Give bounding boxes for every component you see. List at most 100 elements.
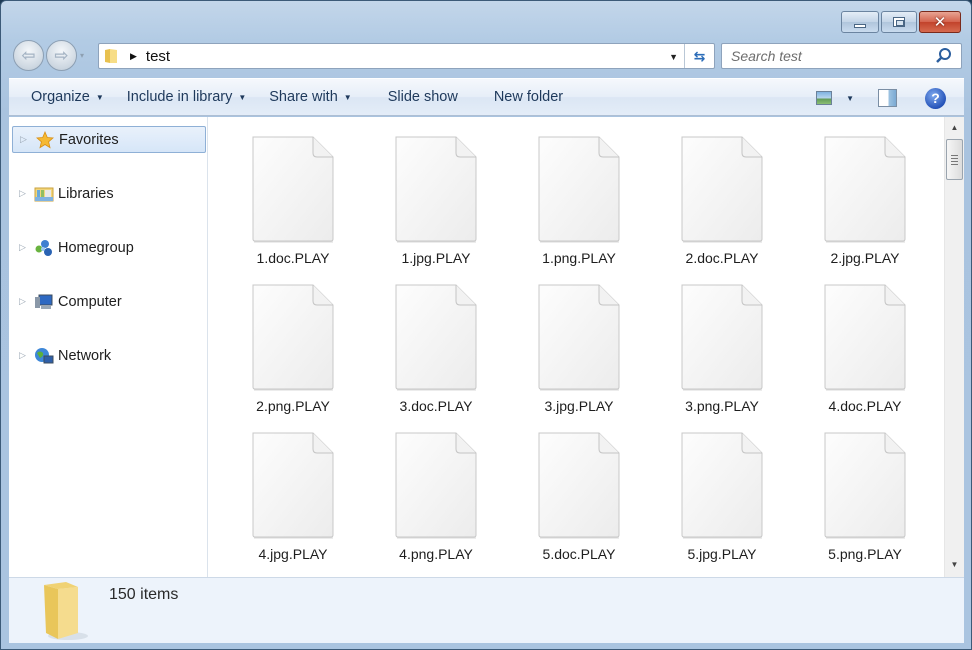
minimize-icon: [854, 23, 866, 28]
command-bar: Organize ▼ Include in library ▼ Share with…: [9, 78, 964, 116]
blank-file-icon: [537, 431, 621, 539]
blank-file-icon: [537, 135, 621, 243]
sidebar-item-label: Homegroup: [58, 239, 134, 256]
sidebar-item-label: Network: [58, 347, 112, 364]
breadcrumb-separator-icon[interactable]: ▶: [130, 51, 137, 62]
file-item[interactable]: 4.png.PLAY: [352, 413, 477, 562]
blank-file-icon: [394, 135, 478, 243]
sidebar-item-network[interactable]: ▷ Network: [12, 342, 206, 369]
blank-file-icon: [680, 431, 764, 539]
address-bar[interactable]: ▶ test ▼ ⇆: [98, 43, 715, 69]
expand-arrow-icon[interactable]: ▷: [19, 350, 28, 361]
blank-file-icon: [680, 135, 764, 243]
navigation-buttons: ⇦ ⇨ ▾: [13, 40, 84, 71]
file-item[interactable]: 3.doc.PLAY: [352, 265, 477, 414]
file-item[interactable]: 1.jpg.PLAY: [352, 117, 477, 266]
search-icon[interactable]: [935, 47, 953, 65]
preview-pane-icon[interactable]: [878, 89, 897, 107]
expand-arrow-icon[interactable]: ▷: [19, 242, 28, 253]
scroll-down-button[interactable]: ▼: [945, 556, 964, 573]
recent-pages-dropdown[interactable]: ▾: [80, 51, 84, 60]
computer-icon: [34, 293, 54, 311]
maximize-button[interactable]: [881, 11, 917, 33]
share-with-label: Share with: [269, 89, 338, 105]
sidebar-item-homegroup[interactable]: ▷ Homegroup: [12, 234, 206, 261]
file-item[interactable]: 5.jpg.PLAY: [638, 413, 763, 562]
sidebar-item-computer[interactable]: ▷ Computer: [12, 288, 206, 315]
file-item[interactable]: 1.png.PLAY: [495, 117, 620, 266]
file-item[interactable]: 2.doc.PLAY: [638, 117, 763, 266]
file-item[interactable]: 4.jpg.PLAY: [209, 413, 334, 562]
file-item[interactable]: 4.doc.PLAY: [781, 265, 906, 414]
blank-file-icon: [251, 283, 335, 391]
back-arrow-icon: ⇦: [21, 45, 36, 65]
maximize-icon: [893, 17, 905, 27]
include-in-library-label: Include in library: [126, 89, 233, 105]
new-folder-label: New folder: [493, 89, 564, 105]
file-item[interactable]: 1.doc.PLAY: [209, 117, 334, 266]
file-name: 5.png.PLAY: [828, 546, 902, 562]
new-folder-button[interactable]: New folder: [494, 89, 563, 105]
expand-arrow-icon[interactable]: ▷: [19, 188, 28, 199]
blank-file-icon: [537, 283, 621, 391]
blank-file-icon: [823, 431, 907, 539]
sidebar-item-label: Libraries: [58, 185, 114, 202]
file-item[interactable]: 3.png.PLAY: [638, 265, 763, 414]
close-icon: ✕: [933, 14, 947, 31]
file-item[interactable]: 2.png.PLAY: [209, 265, 334, 414]
sidebar-item-favorites[interactable]: ▷ Favorites: [12, 126, 206, 153]
chevron-down-icon: ▼: [238, 92, 247, 102]
expand-arrow-icon[interactable]: ▷: [19, 296, 28, 307]
libraries-icon: [34, 185, 54, 203]
file-item[interactable]: 5.doc.PLAY: [495, 413, 620, 562]
breadcrumb-test[interactable]: test: [146, 48, 170, 65]
search-input[interactable]: Search test: [731, 48, 802, 64]
file-name: 4.doc.PLAY: [828, 398, 902, 414]
blank-file-icon: [394, 431, 478, 539]
file-item[interactable]: 5.png.PLAY: [781, 413, 906, 562]
organize-button[interactable]: Organize ▼: [31, 89, 104, 105]
share-with-button[interactable]: Share with ▼: [269, 89, 351, 105]
help-icon[interactable]: ?: [925, 87, 946, 109]
sidebar-item-libraries[interactable]: ▷ Libraries: [12, 180, 206, 207]
blank-file-icon: [823, 135, 907, 243]
homegroup-icon: [34, 239, 54, 257]
folder-icon: [104, 48, 118, 64]
blank-file-icon: [680, 283, 764, 391]
include-in-library-button[interactable]: Include in library ▼: [127, 89, 247, 105]
expand-arrow-icon[interactable]: ▷: [20, 134, 29, 145]
view-controls: ▼ ?: [816, 79, 964, 117]
chevron-down-icon: ▼: [95, 92, 104, 102]
sidebar-item-label: Favorites: [59, 131, 119, 148]
network-icon: [34, 347, 54, 365]
caption-buttons: ✕: [841, 11, 961, 33]
minimize-button[interactable]: [841, 11, 879, 33]
back-button[interactable]: ⇦: [13, 40, 44, 71]
file-item[interactable]: 2.jpg.PLAY: [781, 117, 906, 266]
change-view-icon[interactable]: [816, 91, 833, 105]
main-area: ▷ Favorites ▷ Libraries ▷ Homegroup ▷ Computer ▷…: [9, 117, 964, 577]
close-button[interactable]: ✕: [919, 11, 961, 33]
star-icon: [35, 130, 55, 149]
blank-file-icon: [394, 283, 478, 391]
slide-show-label: Slide show: [387, 89, 458, 105]
file-item[interactable]: 3.jpg.PLAY: [495, 265, 620, 414]
chevron-down-icon: ▼: [343, 92, 352, 102]
explorer-window: ✕ ⇦ ⇨ ▾ ▶ test ▼ ⇆ Search test Organize ▼…: [0, 0, 972, 650]
file-name: 2.jpg.PLAY: [830, 250, 900, 266]
slide-show-button[interactable]: Slide show: [388, 89, 458, 105]
search-box[interactable]: Search test: [721, 43, 962, 69]
blank-file-icon: [823, 283, 907, 391]
organize-label: Organize: [31, 89, 90, 105]
scroll-up-button[interactable]: ▲: [945, 119, 964, 136]
view-options-dropdown[interactable]: ▼: [846, 94, 854, 103]
refresh-button[interactable]: ⇆: [684, 44, 714, 68]
blank-file-icon: [251, 431, 335, 539]
scroll-thumb[interactable]: [946, 139, 963, 180]
item-count: 150 items: [109, 586, 179, 603]
navigation-pane: ▷ Favorites ▷ Libraries ▷ Homegroup ▷ Computer ▷…: [9, 117, 208, 577]
address-dropdown-icon[interactable]: ▼: [669, 52, 678, 62]
forward-button[interactable]: ⇨: [46, 40, 77, 71]
folder-icon: [44, 582, 88, 640]
vertical-scrollbar[interactable]: ▲ ▼: [944, 117, 964, 577]
